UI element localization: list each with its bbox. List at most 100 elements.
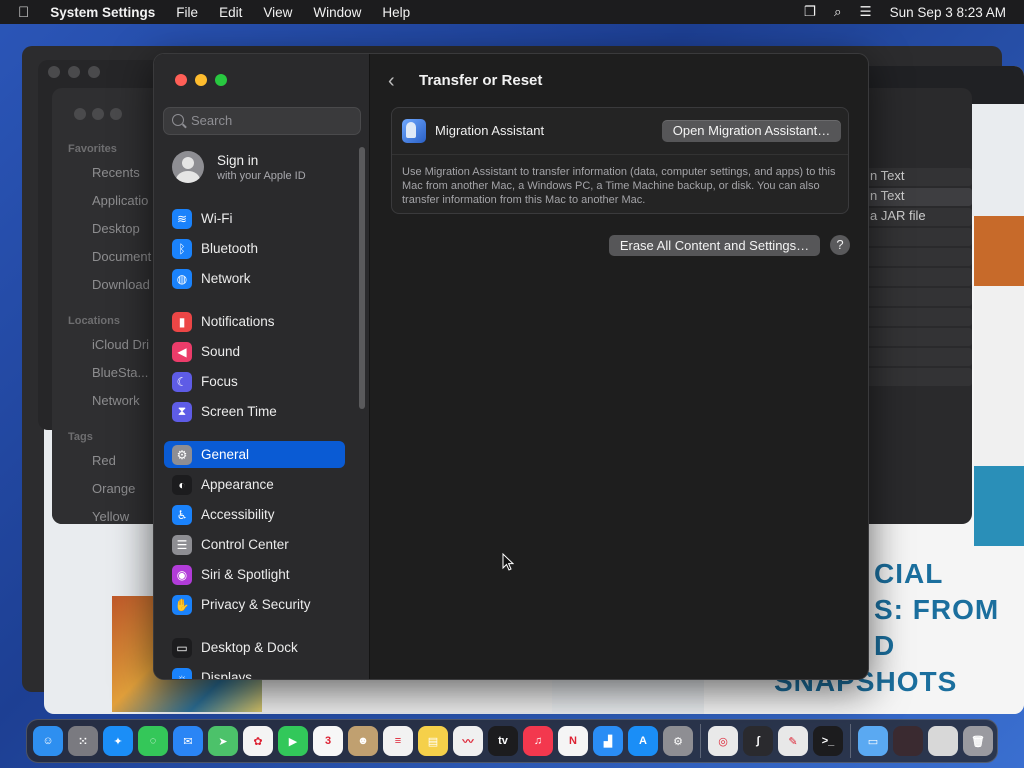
chrome-icon[interactable]: ◎ — [708, 726, 738, 756]
sidebar-item-label: Screen Time — [201, 404, 277, 419]
file-row[interactable] — [864, 328, 972, 346]
finder-item[interactable]: Red — [92, 453, 116, 468]
calendar-icon[interactable]: 3 — [313, 726, 343, 756]
sidebar-item-focus[interactable]: ☾ Focus — [164, 368, 345, 395]
safari-icon[interactable]: ✦ — [103, 726, 133, 756]
accessibility-icon: ♿ — [172, 504, 192, 525]
file-row[interactable]: n Text — [864, 188, 972, 206]
document-table — [262, 676, 552, 712]
freeform-icon[interactable]: 〰 — [453, 726, 483, 756]
menu-edit[interactable]: Edit — [219, 5, 242, 20]
sidebar-item-bluetooth[interactable]: ᛒ Bluetooth — [164, 235, 345, 262]
apple-id-subtitle: with your Apple ID — [217, 170, 306, 182]
file-row[interactable] — [864, 268, 972, 286]
finder-item[interactable]: BlueSta... — [92, 365, 148, 380]
close-window-button[interactable] — [175, 74, 187, 86]
window-thumbnail-icon-2[interactable] — [928, 726, 958, 756]
app-menu[interactable]: System Settings — [50, 5, 155, 20]
notes-icon[interactable]: ▤ — [418, 726, 448, 756]
hand-icon: ✋ — [172, 594, 192, 615]
control-center-icon[interactable]: ☰ — [860, 4, 872, 20]
bell-icon: ▮ — [172, 311, 192, 332]
window-thumbnail-icon[interactable] — [893, 726, 923, 756]
finder-item[interactable]: Recents — [92, 165, 140, 180]
file-row[interactable] — [864, 248, 972, 266]
sidebar-item-control-center[interactable]: ☰ Control Center — [164, 531, 345, 558]
messages-icon[interactable]: ◌ — [138, 726, 168, 756]
file-row[interactable] — [864, 308, 972, 326]
sidebar-item-appearance[interactable]: ◐ Appearance — [164, 471, 345, 498]
siri-icon: ◉ — [172, 564, 192, 585]
poster-line: D — [874, 630, 896, 661]
migration-assistant-icon — [402, 119, 426, 143]
finder-item[interactable]: Desktop — [92, 221, 140, 236]
file-row[interactable] — [864, 228, 972, 246]
file-row[interactable] — [864, 288, 972, 306]
photos-icon[interactable]: ✿ — [243, 726, 273, 756]
sidebar-item-displays[interactable]: ☼ Displays — [164, 664, 345, 679]
terminal-icon[interactable]: >_ — [813, 726, 843, 756]
sidebar-item-notifications[interactable]: ▮ Notifications — [164, 308, 345, 335]
finder-item[interactable]: Orange — [92, 481, 135, 496]
apple-id-sign-in[interactable]: Sign in with your Apple ID — [172, 151, 352, 187]
finder-section-tags: Tags — [68, 431, 93, 443]
finder-item[interactable]: Download — [92, 277, 150, 292]
mail-icon[interactable]: ✉ — [173, 726, 203, 756]
tv-icon[interactable]: tv — [488, 726, 518, 756]
maps-icon[interactable]: ➤ — [208, 726, 238, 756]
help-button[interactable]: ? — [830, 235, 850, 255]
facetime-icon[interactable]: ▶ — [278, 726, 308, 756]
minimize-window-button[interactable] — [195, 74, 207, 86]
script-editor-icon[interactable]: ✎ — [778, 726, 808, 756]
music-icon[interactable]: ♫ — [523, 726, 553, 756]
sidebar-item-desktop-dock[interactable]: ▭ Desktop & Dock — [164, 634, 345, 661]
finder-item[interactable]: Yellow — [92, 509, 129, 524]
finder-item[interactable]: Network — [92, 393, 140, 408]
stage-manager-icon[interactable]: ❐ — [804, 4, 816, 20]
menubar-clock[interactable]: Sun Sep 3 8:23 AM — [890, 5, 1006, 20]
sidebar-item-wi-fi[interactable]: ≋ Wi-Fi — [164, 205, 345, 232]
contacts-icon[interactable]: ☻ — [348, 726, 378, 756]
globe-icon: ◍ — [172, 268, 192, 289]
open-migration-assistant-button[interactable]: Open Migration Assistant… — [662, 120, 841, 142]
reminders-icon[interactable]: ≡ — [383, 726, 413, 756]
poster-line: CIAL — [874, 558, 944, 589]
file-row[interactable]: n Text — [864, 168, 972, 186]
finder-icon[interactable]: ☺ — [33, 726, 63, 756]
file-row[interactable] — [864, 368, 972, 386]
trash-icon[interactable]: 🗑 — [963, 726, 993, 756]
sidebar-scrollbar[interactable] — [359, 147, 365, 409]
finder-item[interactable]: Applicatio — [92, 193, 148, 208]
menu-file[interactable]: File — [176, 5, 198, 20]
sidebar-item-label: General — [201, 447, 250, 462]
sidebar-item-accessibility[interactable]: ♿ Accessibility — [164, 501, 345, 528]
keynote-icon[interactable]: ▟ — [593, 726, 623, 756]
instruments-icon[interactable]: ∫ — [743, 726, 773, 756]
spotlight-icon[interactable]: ⌕ — [834, 4, 842, 20]
sidebar-item-sound[interactable]: ◀ Sound — [164, 338, 345, 365]
menu-window[interactable]: Window — [313, 5, 361, 20]
news-icon[interactable]: N — [558, 726, 588, 756]
system-settings-icon[interactable]: ⚙ — [663, 726, 693, 756]
apple-menu-icon[interactable]:  — [18, 4, 29, 21]
gear-icon: ⚙ — [172, 444, 192, 465]
erase-all-content-button[interactable]: Erase All Content and Settings… — [609, 235, 820, 256]
sidebar-item-network[interactable]: ◍ Network — [164, 265, 345, 292]
sidebar-item-general[interactable]: ⚙ General — [164, 441, 345, 468]
sidebar-item-privacy-security[interactable]: ✋ Privacy & Security — [164, 591, 345, 618]
zoom-window-button[interactable] — [215, 74, 227, 86]
file-row[interactable]: a JAR file — [864, 208, 972, 226]
finder-item[interactable]: Document — [92, 249, 151, 264]
sidebar-item-label: Privacy & Security — [201, 597, 311, 612]
sidebar-item-screen-time[interactable]: ⧗ Screen Time — [164, 398, 345, 425]
sidebar-item-siri-spotlight[interactable]: ◉ Siri & Spotlight — [164, 561, 345, 588]
app-store-icon[interactable]: A — [628, 726, 658, 756]
menu-help[interactable]: Help — [382, 5, 410, 20]
finder-item[interactable]: iCloud Dri — [92, 337, 149, 352]
back-button[interactable]: ‹ — [388, 71, 408, 91]
sidebar-search-input[interactable]: Search — [163, 107, 361, 135]
downloads-folder-icon[interactable]: ▭ — [858, 726, 888, 756]
launchpad-icon[interactable]: ⁙ — [68, 726, 98, 756]
file-row[interactable] — [864, 348, 972, 366]
menu-view[interactable]: View — [263, 5, 292, 20]
